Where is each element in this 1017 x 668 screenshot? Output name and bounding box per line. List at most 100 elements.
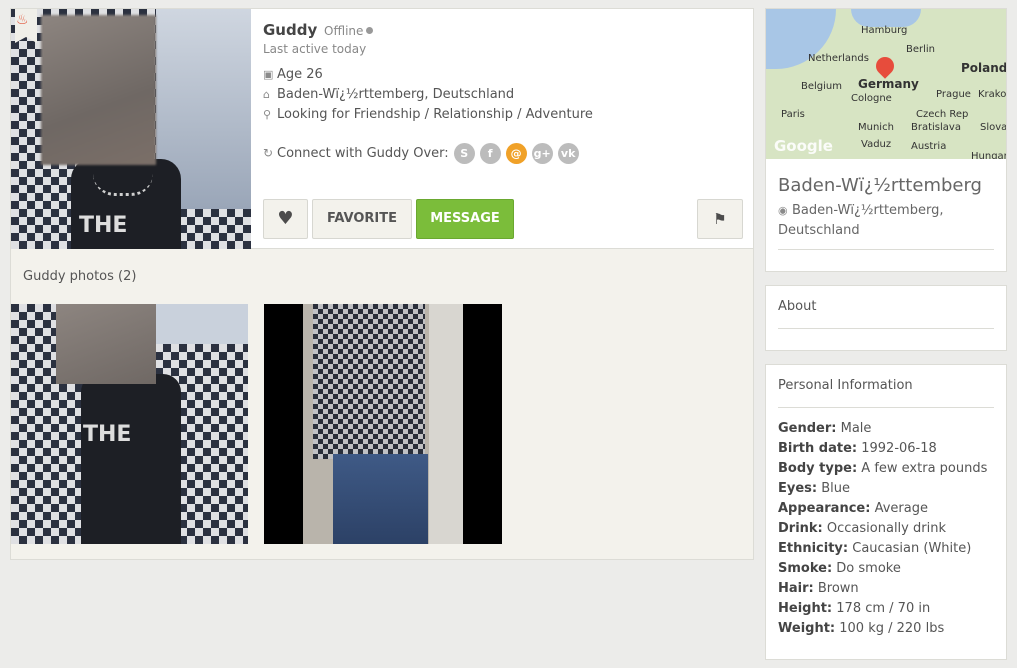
info-value: A few extra pounds — [861, 461, 988, 476]
map-label-poland: Poland — [961, 61, 1006, 75]
info-row-drink: Drink: Occasionally drink — [778, 519, 987, 539]
info-row-eyes: Eyes: Blue — [778, 479, 987, 499]
connect-row: ↻ Connect with Guddy Over: S f @ g+ vk — [263, 141, 593, 165]
flame-icon: ♨ — [16, 12, 29, 28]
vk-icon[interactable]: vk — [557, 142, 579, 164]
info-row-height: Height: 178 cm / 70 in — [778, 599, 987, 619]
personal-info-divider — [778, 407, 994, 408]
map-label-austria: Austria — [911, 141, 947, 152]
looking-for-text: Looking for Friendship / Relationship / … — [277, 107, 593, 122]
profile-name: Guddy — [263, 21, 318, 39]
personal-info-list: Gender: Male Birth date: 1992-06-18 Body… — [778, 419, 987, 639]
skype-icon[interactable]: S — [453, 142, 475, 164]
info-value: 1992-06-18 — [861, 441, 937, 456]
info-row-gender: Gender: Male — [778, 419, 987, 439]
photos-title: Guddy photos (2) — [23, 269, 137, 284]
info-label: Appearance: — [778, 501, 871, 516]
profile-avatar[interactable]: THE ♨ — [11, 9, 251, 249]
info-value: Male — [840, 421, 872, 436]
info-row-body-type: Body type: A few extra pounds — [778, 459, 987, 479]
photo-thumbnail-1[interactable]: THE — [11, 304, 248, 544]
home-icon: ⌂ — [263, 88, 270, 101]
info-value: 178 cm / 70 in — [836, 601, 931, 616]
info-value: Caucasian (White) — [852, 541, 972, 556]
about-divider — [778, 328, 994, 329]
heart-icon: ♥ — [277, 208, 294, 229]
info-value: Do smoke — [836, 561, 901, 576]
about-title: About — [778, 299, 817, 314]
map-label-krakow: Krakov — [978, 89, 1006, 100]
social-icons: S f @ g+ vk — [453, 142, 584, 164]
location-map[interactable]: Hamburg Berlin Netherlands Poland Belgiu… — [766, 9, 1006, 159]
profile-header: THE ♨ Guddy Offline Last active today ▣ A… — [11, 9, 753, 249]
region-divider — [778, 249, 994, 250]
info-label: Eyes: — [778, 481, 818, 496]
info-label: Height: — [778, 601, 833, 616]
photo1-background — [153, 304, 248, 344]
profile-details: ▣ Age 26 ⌂ Baden-Wï¿½rttemberg, Deutschlan… — [263, 65, 593, 125]
info-row-birth-date: Birth date: 1992-06-18 — [778, 439, 987, 459]
personal-info-panel: Personal Information Gender: Male Birth … — [765, 364, 1007, 660]
last-active: Last active today — [263, 42, 367, 56]
photo1-face-blur — [56, 304, 156, 384]
looking-for-detail: ⚲ Looking for Friendship / Relationship /… — [263, 105, 593, 125]
region-title: Baden-Wï¿½rttemberg — [778, 175, 982, 196]
map-pin-icon — [872, 53, 898, 79]
photo1-shirt-text: THE — [83, 422, 132, 447]
map-label-vaduz: Vaduz — [861, 139, 892, 150]
location-text: Baden-Wï¿½rttemberg, Deutschland — [277, 87, 515, 102]
photo2-image — [303, 304, 463, 544]
info-value: 100 kg / 220 lbs — [839, 621, 945, 636]
info-row-weight: Weight: 100 kg / 220 lbs — [778, 619, 987, 639]
email-icon[interactable]: @ — [505, 142, 527, 164]
info-label: Hair: — [778, 581, 814, 596]
profile-info: Guddy Offline Last active today ▣ Age 26 … — [263, 21, 593, 165]
search-icon: ⚲ — [263, 108, 272, 121]
location-detail: ⌂ Baden-Wï¿½rttemberg, Deutschland — [263, 85, 593, 105]
photo-thumbnail-2[interactable] — [264, 304, 502, 544]
profile-card: THE ♨ Guddy Offline Last active today ▣ A… — [10, 8, 754, 560]
info-value: Brown — [817, 581, 859, 596]
status-dot-icon — [366, 27, 374, 34]
map-label-belgium: Belgium — [801, 81, 842, 92]
info-label: Drink: — [778, 521, 823, 536]
region-location-text: Baden-Wï¿½rttemberg, Deutschland — [778, 203, 944, 238]
gift-icon: ▣ — [263, 68, 274, 81]
photo2-shirt — [313, 304, 425, 459]
age-detail: ▣ Age 26 — [263, 65, 593, 85]
personal-info-title: Personal Information — [778, 378, 913, 393]
map-label-germany: Germany — [858, 77, 919, 91]
avatar-shirt-text: THE — [79, 213, 128, 238]
facebook-icon[interactable]: f — [479, 142, 501, 164]
map-label-hamburg: Hamburg — [861, 25, 908, 36]
info-value: Average — [874, 501, 928, 516]
info-label: Weight: — [778, 621, 836, 636]
favorite-button[interactable]: FAVORITE — [312, 199, 412, 239]
info-value: Blue — [821, 481, 851, 496]
map-label-czech: Czech Rep — [916, 109, 969, 120]
map-label-paris: Paris — [781, 109, 805, 120]
avatar-face-blur — [41, 15, 156, 165]
message-button[interactable]: MESSAGE — [416, 199, 514, 239]
map-label-slova: Slova — [980, 122, 1006, 133]
google-plus-icon[interactable]: g+ — [531, 142, 553, 164]
flag-icon: ⚑ — [713, 210, 727, 228]
report-button[interactable]: ⚑ — [697, 199, 743, 239]
map-label-netherlands: Netherlands — [808, 53, 869, 64]
map-label-munich: Munich — [858, 122, 894, 133]
info-label: Birth date: — [778, 441, 858, 456]
info-label: Gender: — [778, 421, 837, 436]
info-row-smoke: Smoke: Do smoke — [778, 559, 987, 579]
map-google-logo: Google — [774, 137, 833, 155]
map-label-hungary: Hungar — [971, 151, 1006, 159]
age-text: Age 26 — [277, 67, 323, 82]
map-label-prague: Prague — [936, 89, 971, 100]
location-panel: Hamburg Berlin Netherlands Poland Belgiu… — [765, 8, 1007, 272]
map-label-cologne: Cologne — [851, 93, 892, 104]
map-label-bratislava: Bratislava — [911, 122, 961, 133]
like-button[interactable]: ♥ — [263, 199, 308, 239]
info-value: Occasionally drink — [826, 521, 946, 536]
photo2-door — [429, 304, 463, 544]
info-label: Smoke: — [778, 561, 833, 576]
name-line: Guddy Offline — [263, 21, 593, 39]
